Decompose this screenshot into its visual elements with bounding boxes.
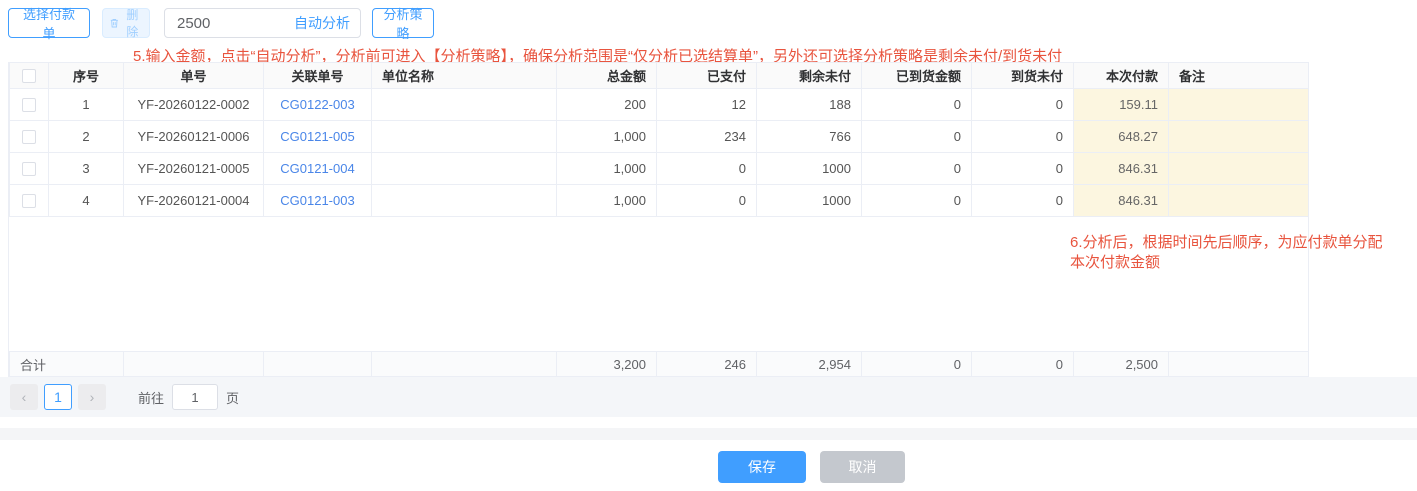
- summary-arrival-unpaid: 0: [971, 351, 1075, 377]
- strategy-button[interactable]: 分析策略: [372, 7, 434, 41]
- delete-button[interactable]: 删除: [102, 8, 150, 39]
- cell-doc-no: YF-20260121-0005: [123, 152, 264, 185]
- cell-current-payment[interactable]: 846.31: [1073, 152, 1169, 185]
- cell-arrival-unpaid: 0: [971, 184, 1074, 217]
- cell-remark[interactable]: [1168, 184, 1309, 217]
- cell-unit-name: [371, 152, 557, 185]
- select-payment-button[interactable]: 选择付款单: [8, 7, 90, 41]
- summary-row: 合计 3,200 246 2,954 0 0 2,500: [8, 351, 1310, 377]
- related-doc-link[interactable]: CG0122-003: [280, 97, 354, 112]
- cell-arrival-unpaid: 0: [971, 88, 1074, 121]
- col-header-related-no: 关联单号: [263, 62, 372, 89]
- col-header-doc-no: 单号: [123, 62, 264, 89]
- delete-button-label: 删除: [126, 8, 139, 39]
- cell-paid: 0: [656, 184, 757, 217]
- cell-remaining: 1000: [756, 152, 862, 185]
- col-header-remark: 备注: [1168, 62, 1309, 89]
- row-checkbox[interactable]: [22, 194, 36, 209]
- cell-current-payment[interactable]: 846.31: [1073, 184, 1169, 217]
- cell-total: 1,000: [556, 184, 657, 217]
- prev-page-button[interactable]: ‹: [10, 384, 38, 410]
- col-header-arrived: 已到货金额: [861, 62, 972, 89]
- cell-total: 1,000: [556, 152, 657, 185]
- page-jump-input[interactable]: [172, 384, 219, 410]
- trash-icon: [110, 19, 118, 28]
- cancel-button[interactable]: 取消: [820, 451, 905, 483]
- cell-remark[interactable]: [1168, 120, 1309, 153]
- col-header-remaining: 剩余未付: [756, 62, 862, 89]
- pagination-bar: ‹ 1 › 前往 页: [0, 377, 1417, 417]
- payment-analysis-screen: 选择付款单 删除 自动分析 分析策略 5.输入金额，点击“自动分析”，分析前可进…: [0, 0, 1417, 491]
- table-header-row: 序号 单号 关联单号 单位名称 总金额 已支付 剩余未付 已到货金额 到货未付 …: [9, 62, 1309, 89]
- page-unit-label: 页: [226, 390, 240, 406]
- goto-label: 前往: [138, 390, 165, 406]
- payment-table: 序号 单号 关联单号 单位名称 总金额 已支付 剩余未付 已到货金额 到货未付 …: [8, 62, 1310, 377]
- col-header-arrival-unpaid: 到货未付: [971, 62, 1074, 89]
- summary-label: 合计: [8, 351, 125, 377]
- related-doc-link[interactable]: CG0121-005: [280, 129, 354, 144]
- cell-current-payment[interactable]: 159.11: [1073, 88, 1169, 121]
- cell-unit-name: [371, 120, 557, 153]
- cell-total: 1,000: [556, 120, 657, 153]
- cell-remaining: 1000: [756, 184, 862, 217]
- cell-doc-no: YF-20260121-0004: [123, 184, 264, 217]
- annotation-step6-line1: 6.分析后，根据时间先后顺序，为应付款单分配: [1070, 234, 1383, 251]
- row-checkbox[interactable]: [22, 98, 36, 113]
- cell-arrived: 0: [861, 120, 972, 153]
- cell-remaining: 188: [756, 88, 862, 121]
- page-number-button[interactable]: 1: [44, 384, 72, 410]
- cell-arrived: 0: [861, 184, 972, 217]
- table-row: 2 YF-20260121-0006 CG0121-005 1,000 234 …: [9, 120, 1309, 153]
- col-header-total: 总金额: [556, 62, 657, 89]
- related-doc-link[interactable]: CG0121-004: [280, 161, 354, 176]
- cell-total: 200: [556, 88, 657, 121]
- cell-seq: 1: [48, 88, 124, 121]
- row-checkbox[interactable]: [22, 162, 36, 177]
- summary-arrived: 0: [861, 351, 973, 377]
- cell-current-payment[interactable]: 648.27: [1073, 120, 1169, 153]
- col-header-unit-name: 单位名称: [371, 62, 557, 89]
- cell-unit-name: [371, 184, 557, 217]
- divider-strip: [0, 428, 1417, 440]
- annotation-step6: 6.分析后，根据时间先后顺序，为应付款单分配 本次付款金额: [1070, 233, 1415, 273]
- summary-current-payment: 2,500: [1073, 351, 1170, 377]
- amount-input[interactable]: [165, 14, 285, 32]
- summary-total: 3,200: [556, 351, 658, 377]
- cell-seq: 2: [48, 120, 124, 153]
- cell-seq: 4: [48, 184, 124, 217]
- select-all-checkbox[interactable]: [22, 69, 36, 84]
- cell-seq: 3: [48, 152, 124, 185]
- cell-doc-no: YF-20260121-0006: [123, 120, 264, 153]
- table-row: 1 YF-20260122-0002 CG0122-003 200 12 188…: [9, 88, 1309, 121]
- summary-paid: 246: [656, 351, 758, 377]
- cell-paid: 234: [656, 120, 757, 153]
- cell-remark[interactable]: [1168, 152, 1309, 185]
- cell-remark[interactable]: [1168, 88, 1309, 121]
- amount-input-group: 自动分析: [164, 8, 361, 38]
- annotation-step6-line2: 本次付款金额: [1070, 254, 1161, 271]
- related-doc-link[interactable]: CG0121-003: [280, 193, 354, 208]
- cell-paid: 12: [656, 88, 757, 121]
- save-button[interactable]: 保存: [718, 451, 806, 483]
- row-checkbox[interactable]: [22, 130, 36, 145]
- col-header-seq: 序号: [48, 62, 124, 89]
- summary-remark: [1168, 351, 1310, 377]
- cell-doc-no: YF-20260122-0002: [123, 88, 264, 121]
- summary-remaining: 2,954: [756, 351, 863, 377]
- cell-arrived: 0: [861, 152, 972, 185]
- cell-remaining: 766: [756, 120, 862, 153]
- col-header-paid: 已支付: [656, 62, 757, 89]
- cell-arrival-unpaid: 0: [971, 152, 1074, 185]
- table-row: 3 YF-20260121-0005 CG0121-004 1,000 0 10…: [9, 152, 1309, 185]
- next-page-button[interactable]: ›: [78, 384, 106, 410]
- col-header-current-payment: 本次付款: [1073, 62, 1169, 89]
- cell-arrived: 0: [861, 88, 972, 121]
- cell-paid: 0: [656, 152, 757, 185]
- cell-unit-name: [371, 88, 557, 121]
- auto-analyze-link[interactable]: 自动分析: [294, 13, 350, 33]
- cell-arrival-unpaid: 0: [971, 120, 1074, 153]
- table-row: 4 YF-20260121-0004 CG0121-003 1,000 0 10…: [9, 184, 1309, 217]
- toolbar: 选择付款单 删除 自动分析 分析策略: [8, 7, 434, 41]
